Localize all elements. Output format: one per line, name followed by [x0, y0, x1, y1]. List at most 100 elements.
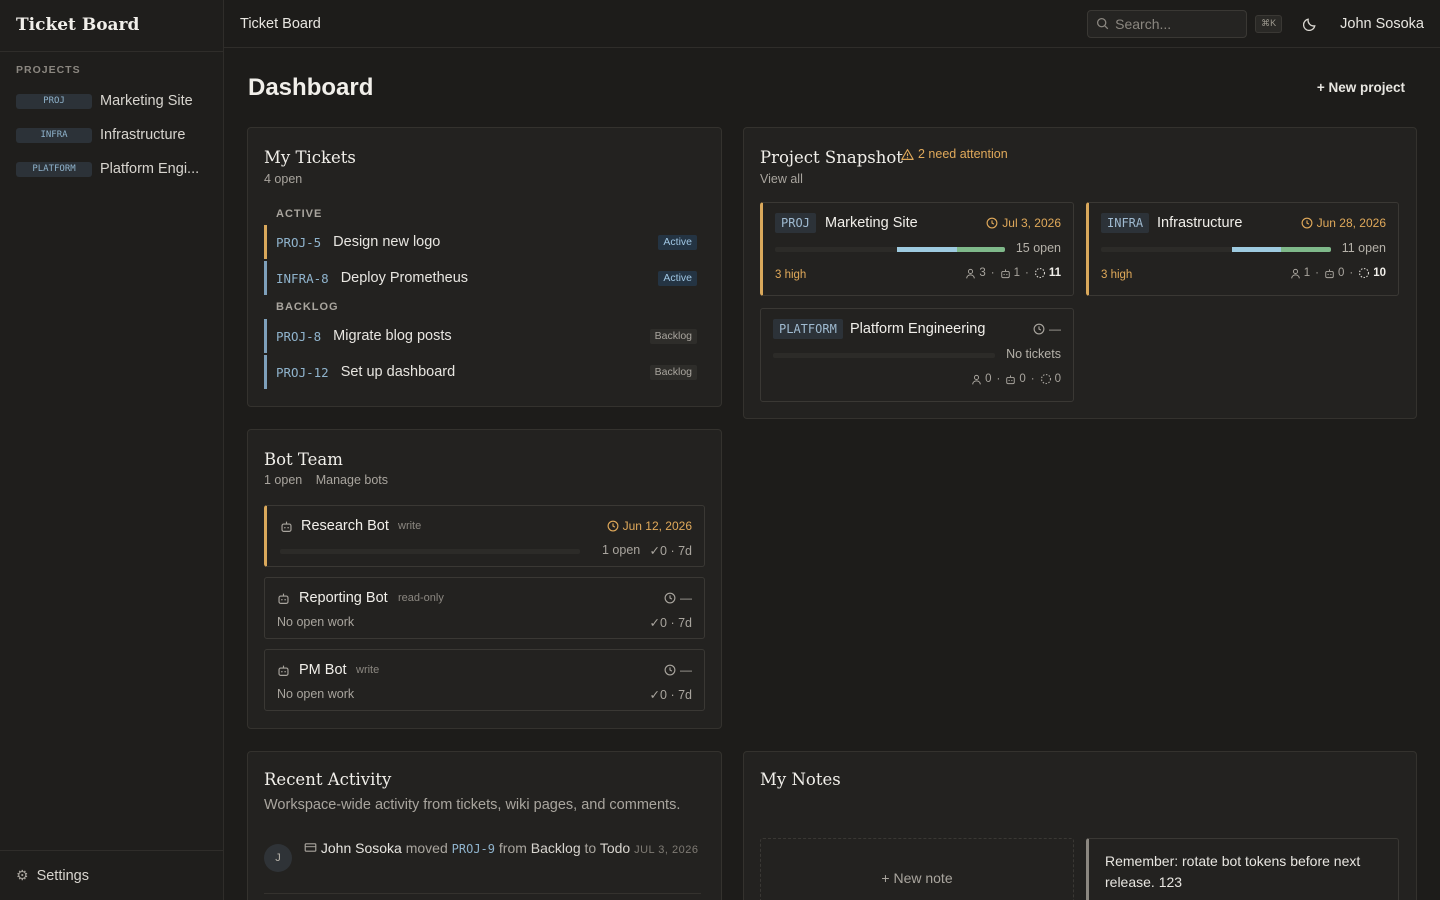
total-count: 10	[1373, 267, 1386, 279]
due-date: —	[664, 663, 692, 677]
ticket-key: PROJ-8	[276, 328, 322, 344]
ticket-title: Set up dashboard	[340, 364, 456, 380]
to-word: to	[584, 840, 597, 856]
status-badge: Backlog	[649, 328, 697, 344]
bot-icon	[281, 521, 292, 532]
topbar-title: Ticket Board	[240, 15, 321, 32]
shortcut-hint: ⌘K	[1255, 14, 1283, 33]
from-status: Backlog	[530, 840, 581, 856]
brand-logo[interactable]: Ticket Board	[0, 0, 223, 52]
person-icon	[966, 268, 976, 278]
project-card-platform[interactable]: PLATFORM Platform Engineering — No ticke…	[760, 308, 1074, 402]
sidebar-item-marketing-site[interactable]: PROJ Marketing Site	[0, 84, 223, 118]
project-name: Infrastructure	[1157, 215, 1243, 231]
bot-open-count: 1 open	[264, 473, 303, 487]
sidebar-item-platform[interactable]: PLATFORM Platform Engi...	[0, 152, 223, 186]
notes-title: My Notes	[760, 770, 841, 789]
group-label-backlog: BACKLOG	[276, 301, 339, 313]
note-item[interactable]: Remember: rotate bot tokens before next …	[1086, 838, 1399, 900]
ticket-row[interactable]: PROJ-8 Migrate blog posts Backlog	[264, 319, 705, 353]
group-label-active: ACTIVE	[276, 208, 323, 220]
settings-link[interactable]: ⚙ Settings	[0, 850, 223, 900]
bot-permission: write	[356, 664, 380, 676]
bot-stats: ✓0 · 7d	[649, 616, 692, 630]
new-project-button[interactable]: + New project	[1317, 80, 1405, 95]
clock-icon	[1033, 323, 1045, 335]
bot-team-card: Bot Team 1 open Manage bots Research Bot…	[247, 429, 722, 729]
project-key-badge: INFRA	[1101, 213, 1150, 233]
due-date: —	[664, 591, 692, 605]
project-key-badge: PLATFORM	[773, 319, 843, 339]
progress-bar	[775, 247, 1005, 252]
attention-badge[interactable]: 2 need attention	[901, 147, 1008, 161]
bot-open-work: No open work	[277, 687, 355, 701]
open-count: 11 open	[1341, 241, 1386, 255]
user-menu[interactable]: John Sosoka	[1340, 16, 1424, 32]
actor-name[interactable]: John Sosoka	[321, 840, 402, 856]
my-notes-card: My Notes + New note Remember: rotate bot…	[743, 751, 1417, 900]
gear-icon: ⚙	[16, 867, 29, 883]
search-icon	[1097, 17, 1109, 30]
people-count: 3	[979, 267, 986, 279]
open-count: 15 open	[1015, 241, 1061, 255]
attention-text: 2 need attention	[918, 147, 1008, 161]
bot-permission: write	[398, 520, 422, 532]
bot-name: Reporting Bot	[299, 590, 388, 606]
bot-name: Research Bot	[301, 518, 389, 534]
project-name: Marketing Site	[825, 215, 918, 231]
clock-icon	[1301, 217, 1313, 229]
topbar: Ticket Board ⌘K John Sosoka	[224, 0, 1440, 48]
open-count: No tickets	[1006, 347, 1061, 361]
ticket-row[interactable]: PROJ-5 Design new logo Active	[264, 225, 705, 259]
bot-row-research[interactable]: Research Bot write Jun 12, 2026 1 open ✓…	[264, 505, 705, 567]
project-card-marketing[interactable]: PROJ Marketing Site Jul 3, 2026 15 open …	[760, 202, 1074, 296]
sidebar-item-label: Platform Engi...	[100, 161, 200, 177]
sidebar-item-infrastructure[interactable]: INFRA Infrastructure	[0, 118, 223, 152]
bot-icon	[278, 665, 289, 676]
activity-divider	[264, 893, 701, 894]
bot-count: 0	[1337, 267, 1345, 279]
bot-team-subline: 1 open Manage bots	[264, 473, 388, 487]
bot-count: 1	[1013, 267, 1020, 279]
activity-subtitle: Workspace-wide activity from tickets, wi…	[264, 797, 681, 813]
new-note-button[interactable]: + New note	[760, 838, 1074, 900]
status-badge: Backlog	[649, 364, 697, 380]
search-box[interactable]	[1087, 9, 1248, 38]
ticket-row[interactable]: PROJ-12 Set up dashboard Backlog	[264, 355, 705, 389]
bot-icon	[1006, 374, 1016, 384]
due-date-text: —	[680, 663, 692, 677]
moon-icon[interactable]	[1300, 14, 1320, 34]
ticket-key-link[interactable]: PROJ-9	[452, 842, 495, 856]
bot-open-work: 1 open	[602, 543, 641, 557]
my-tickets-title: My Tickets	[264, 148, 356, 167]
page-title: Dashboard	[248, 74, 374, 101]
high-count: 3 high	[775, 269, 807, 281]
bot-permission: read-only	[398, 592, 444, 604]
search-input[interactable]	[1115, 15, 1236, 32]
view-all-link[interactable]: View all	[760, 172, 803, 186]
due-date-text: Jul 3, 2026	[1002, 216, 1061, 230]
bot-row-pm[interactable]: PM Bot write — No open work ✓0 · 7d	[264, 649, 705, 711]
ticket-title: Deploy Prometheus	[340, 270, 469, 286]
bot-row-reporting[interactable]: Reporting Bot read-only — No open work ✓…	[264, 577, 705, 639]
total-count: 0	[1054, 373, 1061, 385]
ticket-key: PROJ-12	[276, 364, 329, 380]
due-date: Jun 28, 2026	[1301, 216, 1386, 230]
progress-ring-icon	[1040, 373, 1051, 385]
sidebar-item-label: Marketing Site	[100, 93, 193, 109]
project-card-infrastructure[interactable]: INFRA Infrastructure Jun 28, 2026 11 ope…	[1086, 202, 1399, 296]
ticket-row[interactable]: INFRA-8 Deploy Prometheus Active	[264, 261, 705, 295]
status-badge: Active	[658, 270, 697, 286]
manage-bots-link[interactable]: Manage bots	[316, 473, 388, 487]
project-stats: 0 · 0 · 0	[971, 373, 1061, 385]
project-key-badge: PROJ	[775, 213, 816, 233]
person-icon	[1290, 268, 1300, 278]
due-date-text: Jun 28, 2026	[1316, 216, 1386, 230]
person-icon	[972, 374, 981, 384]
activity-item[interactable]: J John Sosoka moved PROJ-9 from Backlog …	[264, 838, 701, 872]
ticket-title: Migrate blog posts	[333, 328, 452, 344]
ticket-title: Design new logo	[333, 234, 441, 250]
high-count: 3 high	[1101, 269, 1133, 281]
snapshot-title: Project Snapshot	[760, 148, 903, 167]
due-date-text: —	[1049, 322, 1061, 336]
